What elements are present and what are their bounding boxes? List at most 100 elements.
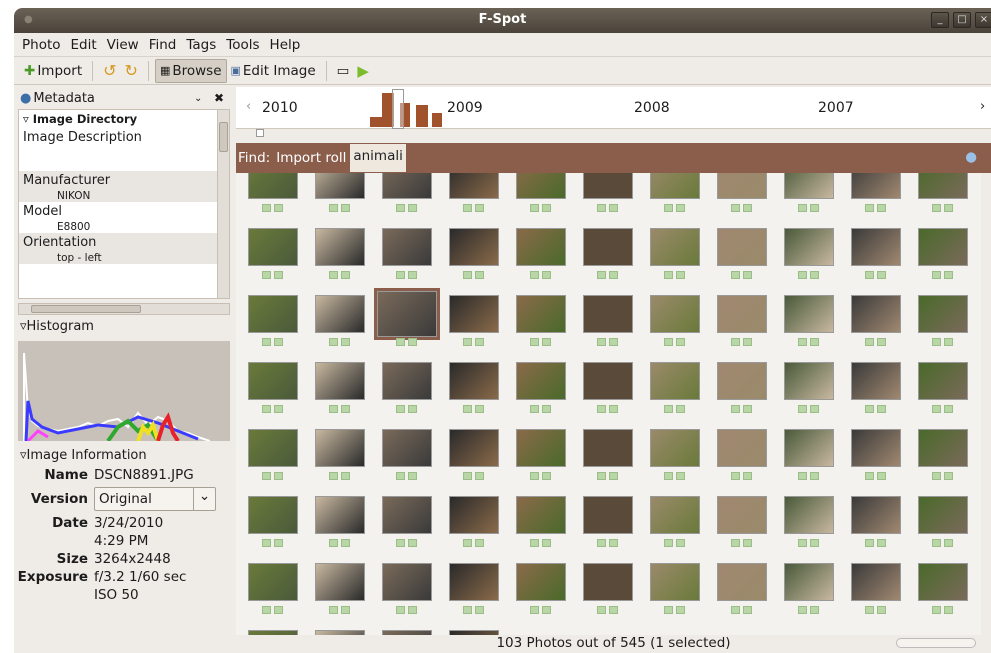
photo-thumbnail[interactable] [449, 563, 499, 601]
photo-thumbnail[interactable] [315, 362, 365, 400]
timeline-slider[interactable] [256, 129, 264, 137]
timeline-left-arrow[interactable]: ‹ [246, 99, 251, 114]
timeline-selection-handle[interactable] [392, 89, 404, 129]
rotate-left-button[interactable]: ↺ [99, 59, 120, 83]
photo-thumbnail[interactable] [449, 173, 499, 199]
photo-thumbnail[interactable] [516, 295, 566, 333]
version-select[interactable]: Original ⌄ [94, 487, 216, 511]
photo-thumbnail[interactable] [851, 563, 901, 601]
photo-thumbnail[interactable] [516, 228, 566, 266]
photo-thumbnail[interactable] [918, 496, 968, 534]
photo-thumbnail[interactable] [382, 496, 432, 534]
photo-thumbnail[interactable] [851, 496, 901, 534]
photo-thumbnail[interactable] [315, 429, 365, 467]
photo-thumbnail[interactable] [374, 288, 440, 340]
photo-thumbnail[interactable] [650, 362, 700, 400]
photo-thumbnail[interactable] [851, 173, 901, 199]
photo-thumbnail[interactable] [382, 362, 432, 400]
photo-thumbnail[interactable] [248, 429, 298, 467]
slideshow-button[interactable]: ▶ [353, 59, 373, 83]
photo-thumbnail[interactable] [784, 173, 834, 199]
photo-thumbnail[interactable] [516, 429, 566, 467]
photo-thumbnail[interactable] [449, 496, 499, 534]
edit-image-button[interactable]: ▣ Edit Image [227, 59, 320, 83]
menu-tools[interactable]: Tools [226, 37, 259, 53]
histogram-header[interactable]: ▿ Histogram [14, 315, 234, 337]
horizontal-scrollbar[interactable] [18, 303, 230, 315]
import-button[interactable]: ✚ Import [20, 59, 86, 83]
photo-thumbnail[interactable] [248, 496, 298, 534]
photo-thumbnail[interactable] [382, 228, 432, 266]
photo-thumbnail[interactable] [851, 295, 901, 333]
photo-thumbnail[interactable] [315, 228, 365, 266]
photo-thumbnail[interactable] [918, 173, 968, 199]
photo-thumbnail[interactable] [248, 228, 298, 266]
photo-thumbnail[interactable] [382, 563, 432, 601]
timeline-right-arrow[interactable]: › [980, 99, 985, 114]
photo-thumbnail[interactable] [784, 228, 834, 266]
photo-thumbnail[interactable] [650, 173, 700, 199]
photo-thumbnail[interactable] [717, 295, 767, 333]
dropdown-icon[interactable]: ⌄ [194, 93, 202, 104]
menu-photo[interactable]: Photo [22, 37, 61, 53]
photo-thumbnail[interactable] [784, 496, 834, 534]
photo-thumbnail[interactable] [315, 173, 365, 199]
photo-thumbnail[interactable] [583, 362, 633, 400]
photo-thumbnail[interactable] [583, 563, 633, 601]
photo-thumbnail[interactable] [583, 295, 633, 333]
browse-button[interactable]: ▦ Browse [154, 58, 227, 83]
photo-thumbnail[interactable] [449, 362, 499, 400]
timeline[interactable]: ‹ 2010 2009 2008 2007 › [236, 87, 991, 129]
close-button[interactable]: × [975, 12, 991, 28]
photo-thumbnail[interactable] [315, 496, 365, 534]
photo-thumbnail[interactable] [717, 173, 767, 199]
menu-tags[interactable]: Tags [186, 37, 216, 53]
photo-thumbnail[interactable] [784, 429, 834, 467]
photo-thumbnail[interactable] [650, 295, 700, 333]
photo-thumbnail[interactable] [717, 228, 767, 266]
import-roll-tag[interactable]: Import roll [276, 150, 346, 166]
grid-scrollbar[interactable] [981, 173, 991, 635]
photo-thumbnail[interactable] [382, 429, 432, 467]
photo-thumbnail[interactable] [650, 496, 700, 534]
menu-help[interactable]: Help [270, 37, 301, 53]
photo-thumbnail[interactable] [851, 228, 901, 266]
photo-thumbnail[interactable] [449, 429, 499, 467]
photo-thumbnail[interactable] [248, 563, 298, 601]
photo-thumbnail[interactable] [650, 429, 700, 467]
photo-thumbnail[interactable] [583, 496, 633, 534]
photo-thumbnail[interactable] [918, 362, 968, 400]
photo-thumbnail[interactable] [918, 429, 968, 467]
photo-thumbnail[interactable] [583, 228, 633, 266]
image-info-header[interactable]: ▿ Image Information [14, 445, 234, 465]
find-query-input[interactable]: animali [350, 144, 406, 172]
photo-thumbnail[interactable] [516, 563, 566, 601]
minimize-button[interactable]: _ [931, 12, 949, 28]
photo-thumbnail[interactable] [315, 295, 365, 333]
photo-thumbnail[interactable] [315, 563, 365, 601]
photo-thumbnail[interactable] [717, 362, 767, 400]
menu-view[interactable]: View [107, 37, 139, 53]
close-panel-icon[interactable]: ✖ [214, 91, 224, 105]
photo-thumbnail[interactable] [784, 362, 834, 400]
vertical-scrollbar[interactable] [217, 110, 229, 298]
photo-thumbnail[interactable] [583, 429, 633, 467]
photo-thumbnail[interactable] [717, 563, 767, 601]
photo-thumbnail[interactable] [717, 496, 767, 534]
photo-thumbnail[interactable] [516, 173, 566, 199]
photo-thumbnail[interactable] [784, 295, 834, 333]
photo-thumbnail[interactable] [784, 563, 834, 601]
photo-thumbnail[interactable] [918, 295, 968, 333]
photo-grid[interactable] [236, 173, 991, 635]
photo-thumbnail[interactable] [851, 362, 901, 400]
photo-thumbnail[interactable] [449, 295, 499, 333]
photo-thumbnail[interactable] [382, 173, 432, 199]
maximize-button[interactable]: □ [953, 12, 971, 28]
photo-thumbnail[interactable] [248, 173, 298, 199]
photo-thumbnail[interactable] [248, 362, 298, 400]
zoom-slider[interactable] [896, 638, 976, 648]
fullscreen-button[interactable]: ▭ [333, 59, 354, 83]
find-clear-icon[interactable]: ● [965, 149, 977, 165]
menu-edit[interactable]: Edit [71, 37, 97, 53]
photo-thumbnail[interactable] [449, 228, 499, 266]
